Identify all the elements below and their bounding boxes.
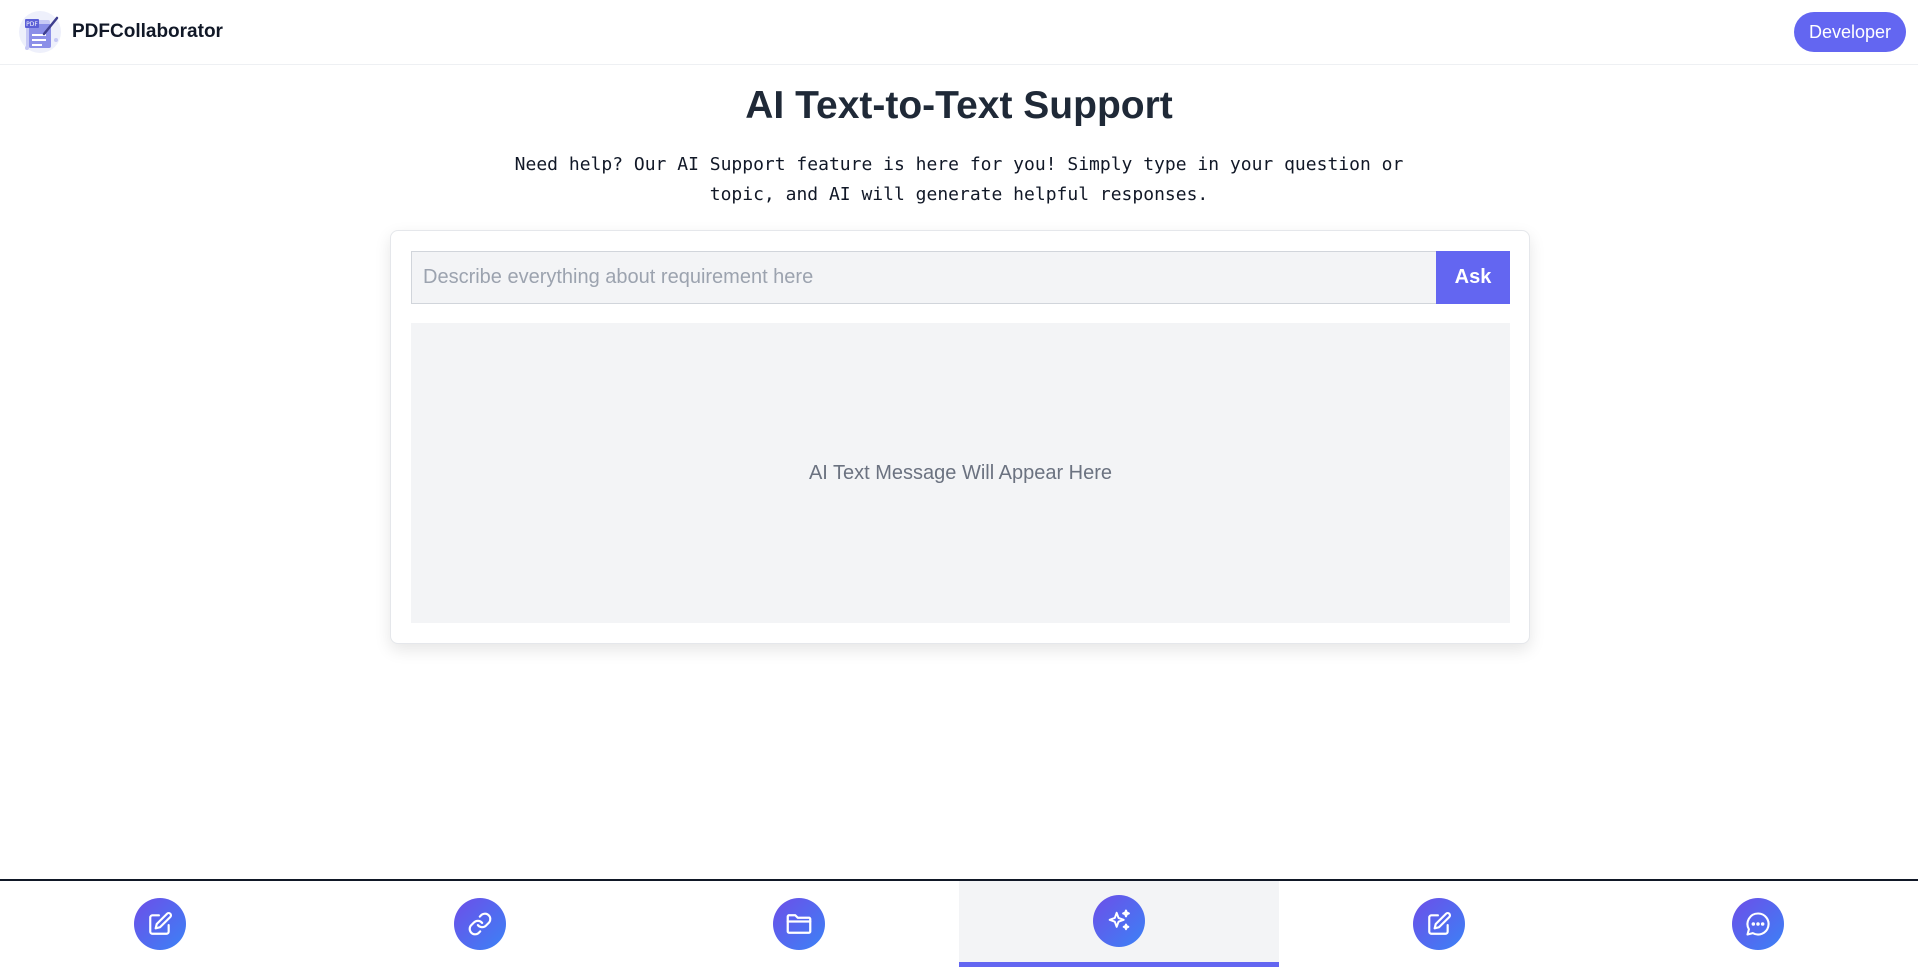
response-panel: AI Text Message Will Appear Here <box>411 323 1510 623</box>
nav-item-link[interactable] <box>320 881 640 967</box>
edit-icon <box>1412 898 1465 950</box>
page-description: Need help? Our AI Support feature is her… <box>480 150 1438 210</box>
response-placeholder: AI Text Message Will Appear Here <box>808 461 1113 484</box>
logo-pdf-text: PDF <box>26 21 38 28</box>
page-title: AI Text-to-Text Support <box>745 84 1173 127</box>
ask-button[interactable]: Ask <box>1436 251 1510 304</box>
brand[interactable]: PDF PDFCollaborator <box>18 10 223 54</box>
nav-item-folder[interactable] <box>639 881 959 967</box>
question-form: Ask <box>411 251 1510 304</box>
sparkles-icon <box>1092 895 1145 947</box>
ai-support-card: Ask AI Text Message Will Appear Here <box>390 230 1530 644</box>
edit-icon <box>133 898 186 950</box>
developer-button[interactable]: Developer <box>1793 12 1906 52</box>
nav-item-chat[interactable] <box>1598 881 1918 967</box>
description-line-1: Need help? Our AI Support feature is her… <box>514 154 1404 175</box>
question-input[interactable] <box>411 251 1436 304</box>
app-logo-icon: PDF <box>19 11 61 53</box>
nav-item-ai-support[interactable] <box>959 881 1279 967</box>
folder-icon <box>773 898 826 950</box>
description-line-2: topic, and AI will generate helpful resp… <box>709 184 1209 205</box>
chat-icon <box>1732 898 1785 950</box>
bottom-nav <box>0 879 1918 967</box>
app-name: PDFCollaborator <box>72 21 223 42</box>
link-icon <box>453 898 506 950</box>
nav-item-edit-2[interactable] <box>1279 881 1599 967</box>
nav-item-edit[interactable] <box>0 881 320 967</box>
top-bar: PDF PDFCollaborator Developer <box>0 0 1918 65</box>
